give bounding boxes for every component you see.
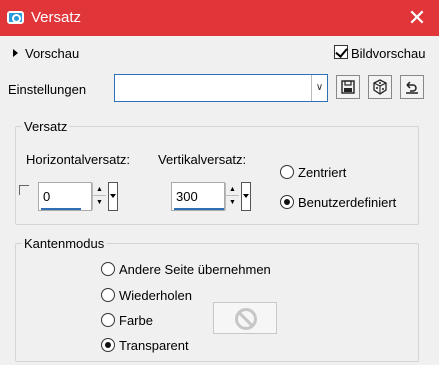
centered-label: Zentriert: [298, 165, 347, 180]
close-button[interactable]: ✕: [395, 0, 439, 36]
window-title: Versatz: [31, 9, 82, 26]
decrement-icon[interactable]: ▼: [93, 196, 106, 209]
save-icon: [341, 80, 355, 94]
increment-icon[interactable]: ▲: [93, 183, 106, 196]
vertical-offset-label: Vertikalversatz:: [158, 152, 247, 167]
vertical-offset-value: 300: [176, 189, 198, 204]
focus-underline: [41, 208, 81, 210]
horizontal-offset-dropdown[interactable]: [108, 182, 118, 211]
settings-label: Einstellungen: [8, 82, 87, 97]
decrement-icon[interactable]: ▼: [226, 196, 239, 209]
reset-button[interactable]: [400, 75, 424, 99]
repeat-label: Wiederholen: [119, 288, 192, 303]
focus-underline: [174, 208, 224, 210]
dice-icon: [373, 79, 387, 95]
link-checkbox[interactable]: [19, 185, 29, 195]
horizontal-offset-stepper[interactable]: ▲ ▼: [92, 183, 106, 210]
transparent-radio[interactable]: [101, 338, 115, 352]
color-label: Farbe: [119, 313, 153, 328]
repeat-radio[interactable]: [101, 288, 115, 302]
chevron-down-icon: ∨: [311, 75, 327, 101]
image-preview-checkbox[interactable]: [334, 45, 348, 59]
camera-icon: [7, 11, 24, 24]
custom-label: Benutzerdefiniert: [298, 195, 397, 210]
wrap-radio[interactable]: [101, 262, 115, 276]
wrap-label: Andere Seite übernehmen: [119, 262, 271, 277]
horizontal-offset-label: Horizontalversatz:: [26, 152, 131, 167]
centered-radio[interactable]: [280, 165, 294, 179]
save-preset-button[interactable]: [336, 75, 360, 99]
vertical-offset-stepper[interactable]: ▲ ▼: [225, 183, 239, 210]
color-radio[interactable]: [101, 313, 115, 327]
transparent-label: Transparent: [119, 338, 189, 353]
horizontal-offset-value: 0: [43, 189, 51, 204]
color-swatch[interactable]: [213, 302, 277, 334]
reset-icon: [406, 81, 418, 94]
vertical-offset-dropdown[interactable]: [241, 182, 251, 211]
vertical-offset-input[interactable]: 300: [171, 182, 225, 211]
image-preview-label: Bildvorschau: [351, 46, 426, 61]
custom-radio[interactable]: [280, 195, 294, 209]
settings-dropdown[interactable]: ∨: [114, 74, 328, 102]
randomize-button[interactable]: [368, 75, 392, 99]
horizontal-offset-input[interactable]: 0: [38, 182, 92, 211]
offset-group-label: Versatz: [22, 119, 70, 134]
preview-toggle[interactable]: Vorschau: [25, 46, 79, 61]
increment-icon[interactable]: ▲: [226, 183, 239, 196]
no-color-icon: [235, 308, 257, 330]
edge-mode-group-label: Kantenmodus: [22, 236, 107, 251]
expand-arrow-icon[interactable]: [13, 49, 18, 57]
title-bar: Versatz ✕: [0, 0, 439, 36]
